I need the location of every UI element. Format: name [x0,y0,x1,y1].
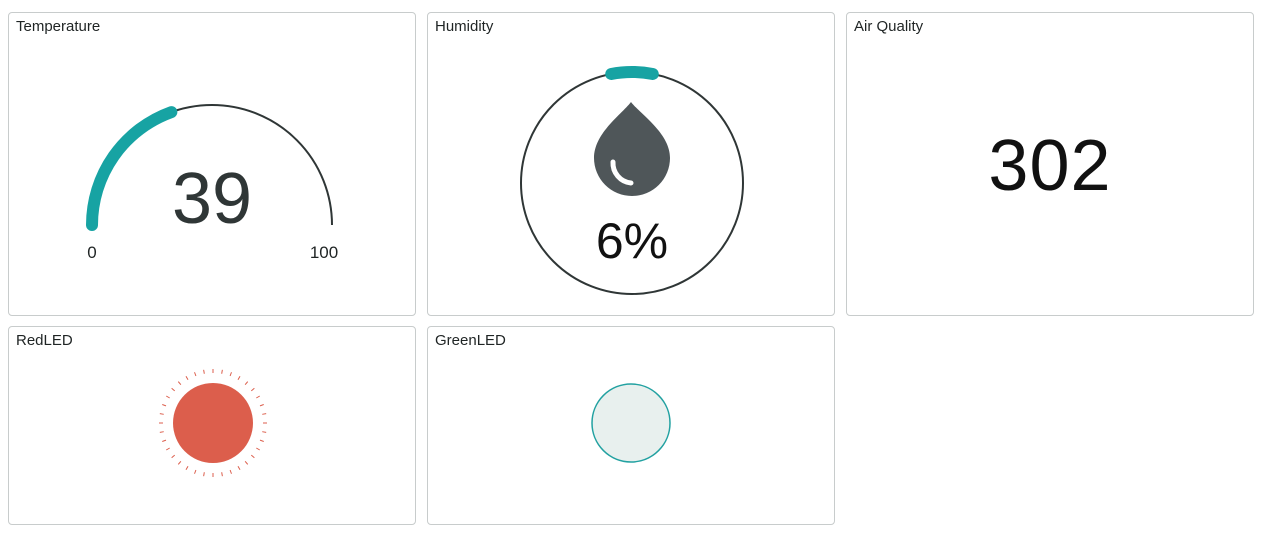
red-led-glow-ray [221,472,223,477]
red-led-glow-ray [256,395,261,399]
red-led-glow-ray [229,372,232,377]
green-led-card: GreenLED [427,326,835,525]
humidity-gauge-value-arc [605,66,659,80]
red-led-glow-ray [237,466,241,471]
humidity-card: Humidity 6% [427,12,835,316]
red-led-glow-ray [194,372,197,377]
temperature-gauge: 39 0 100 [86,104,338,262]
red-led-glow-ray [185,466,189,471]
green-led-bulb [591,383,671,463]
red-led-glow-ray [162,404,167,407]
red-led-glow-ray [229,469,232,474]
red-led-glow-ray [171,454,176,459]
air-quality-title: Air Quality [854,18,924,35]
red-led-glow-ray [221,369,223,374]
red-led-glow-ray [171,387,176,392]
red-led-glow-ray [177,460,182,465]
air-quality-card: Air Quality 302 [846,12,1254,316]
red-led-glow-ray [162,439,167,442]
temperature-min-label: 0 [87,243,96,262]
red-led-glow-ray [165,395,170,399]
red-led-glow-ray [244,460,249,465]
air-quality-value: 302 [988,126,1112,206]
red-led-glow-ray [262,413,267,415]
red-led-glow-ray [259,404,264,407]
red-led-glow-ray [259,439,264,442]
red-led-glow-ray [194,469,197,474]
green-led-indicator [591,383,671,463]
water-drop-icon [594,102,670,196]
red-led-glow-ray [250,454,255,459]
red-led-bulb [173,383,253,463]
red-led-card: RedLED [8,326,416,525]
humidity-value: 6% [596,213,668,269]
red-led-glow-ray [262,431,267,433]
red-led-indicator [159,369,267,477]
red-led-glow-ray [203,472,205,477]
temperature-gauge-value-arc [86,106,178,231]
temperature-card: Temperature 39 0 100 [8,12,416,316]
red-led-glow-ray [159,413,164,415]
temperature-max-label: 100 [310,243,338,262]
temperature-value: 39 [172,159,252,239]
red-led-glow-ray [244,381,249,386]
red-led-glow-ray [237,375,241,380]
red-led-glow-ray [250,387,255,392]
humidity-gauge: 6% [520,66,744,295]
red-led-glow-ray [165,447,170,451]
red-led-glow-ray [159,431,164,433]
red-led-glow-ray [185,375,189,380]
red-led-glow-ray [177,381,182,386]
red-led-glow-ray [203,369,205,374]
red-led-glow-ray [256,447,261,451]
